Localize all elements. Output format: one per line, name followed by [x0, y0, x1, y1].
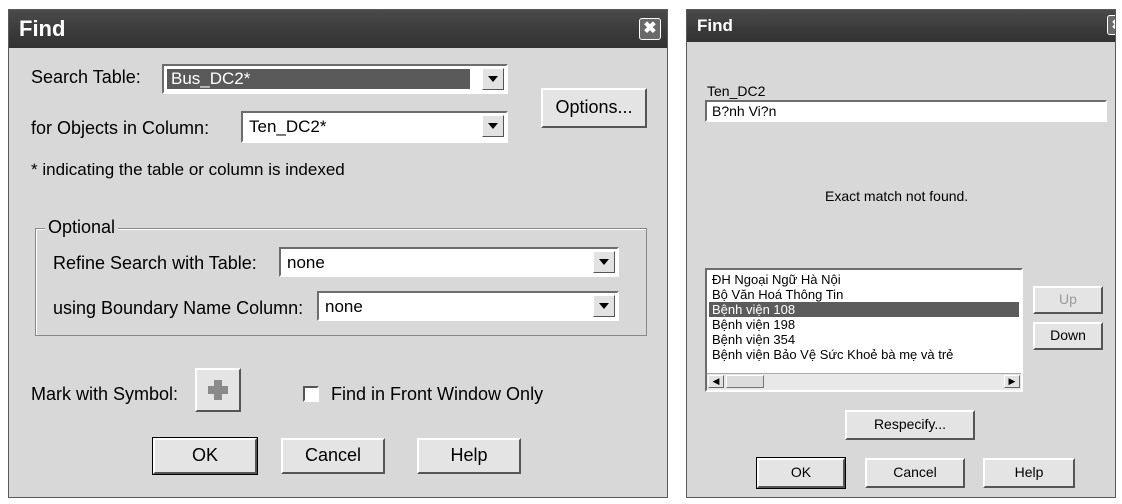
refine-value: none	[287, 253, 325, 272]
index-note: * indicating the table or column is inde…	[31, 160, 345, 179]
boundary-value: none	[325, 297, 363, 316]
ten-dc2-field[interactable]: B?nh Vi?n	[705, 100, 1107, 122]
field-label: Ten_DC2	[707, 83, 766, 99]
boundary-column-select[interactable]: none	[317, 291, 619, 321]
up-button[interactable]: Up	[1033, 286, 1103, 314]
column-label: for Objects in Column:	[31, 118, 210, 138]
list-item[interactable]: Bệnh viện 198	[709, 317, 1019, 332]
help-button[interactable]: Help	[417, 438, 521, 474]
refine-label: Refine Search with Table:	[53, 253, 257, 273]
chevron-down-icon[interactable]	[593, 251, 615, 273]
respecify-button[interactable]: Respecify...	[845, 410, 975, 440]
options-button[interactable]: Options...	[541, 88, 647, 128]
chevron-down-icon[interactable]	[482, 115, 504, 137]
column-value: Ten_DC2*	[249, 117, 327, 136]
help-button[interactable]: Help	[983, 458, 1075, 488]
list-item[interactable]: ĐH Ngoại Ngữ Hà Nội	[709, 272, 1019, 287]
scroll-right-icon[interactable]: ▶	[1004, 375, 1020, 388]
close-icon[interactable]: ✖	[1107, 15, 1115, 35]
search-table-value: Bus_DC2*	[167, 69, 470, 89]
title-bar[interactable]: Find ✖	[9, 10, 667, 48]
column-select[interactable]: Ten_DC2*	[241, 111, 508, 143]
horizontal-scrollbar[interactable]: ◀ ▶	[707, 373, 1021, 390]
search-table-select[interactable]: Bus_DC2*	[162, 64, 508, 94]
cancel-button[interactable]: Cancel	[281, 438, 385, 474]
mark-symbol-label: Mark with Symbol:	[31, 384, 179, 404]
dialog-title: Find	[697, 16, 733, 35]
chevron-down-icon[interactable]	[593, 295, 615, 317]
list-item[interactable]: Bệnh viện Bảo Vệ Sức Khoẻ bà mẹ và trẻ	[709, 347, 1019, 362]
close-icon[interactable]: ✖	[639, 18, 661, 40]
list-item[interactable]: Bộ Văn Hoá Thông Tin	[709, 287, 1019, 302]
chevron-down-icon[interactable]	[482, 68, 504, 90]
results-list[interactable]: ĐH Ngoại Ngữ Hà Nội Bộ Văn Hoá Thông Tin…	[705, 268, 1023, 392]
ok-button[interactable]: OK	[756, 457, 846, 489]
down-button[interactable]: Down	[1033, 322, 1103, 350]
front-window-checkbox[interactable]	[303, 386, 319, 402]
list-item-selected[interactable]: Bệnh viện 108	[709, 302, 1019, 317]
scroll-thumb[interactable]	[726, 375, 764, 388]
front-window-label: Find in Front Window Only	[331, 384, 544, 404]
scroll-left-icon[interactable]: ◀	[708, 375, 724, 388]
ok-button[interactable]: OK	[152, 437, 258, 475]
find-result-dialog: Find ✖ Ten_DC2 B?nh Vi?n Exact match not…	[686, 9, 1116, 498]
match-message: Exact match not found.	[825, 188, 969, 204]
dialog-title: Find	[19, 16, 66, 41]
symbol-button[interactable]	[195, 368, 241, 412]
cancel-button[interactable]: Cancel	[865, 458, 965, 488]
title-bar[interactable]: Find ✖	[687, 10, 1115, 42]
refine-table-select[interactable]: none	[279, 247, 619, 277]
find-dialog: Find ✖ Search Table: Bus_DC2* for Object…	[8, 9, 668, 498]
plus-symbol-icon	[208, 380, 228, 400]
boundary-label: using Boundary Name Column:	[53, 298, 304, 318]
search-table-label: Search Table:	[31, 67, 141, 87]
list-item[interactable]: Bệnh viện 354	[709, 332, 1019, 347]
optional-group-label: Optional	[45, 217, 119, 238]
